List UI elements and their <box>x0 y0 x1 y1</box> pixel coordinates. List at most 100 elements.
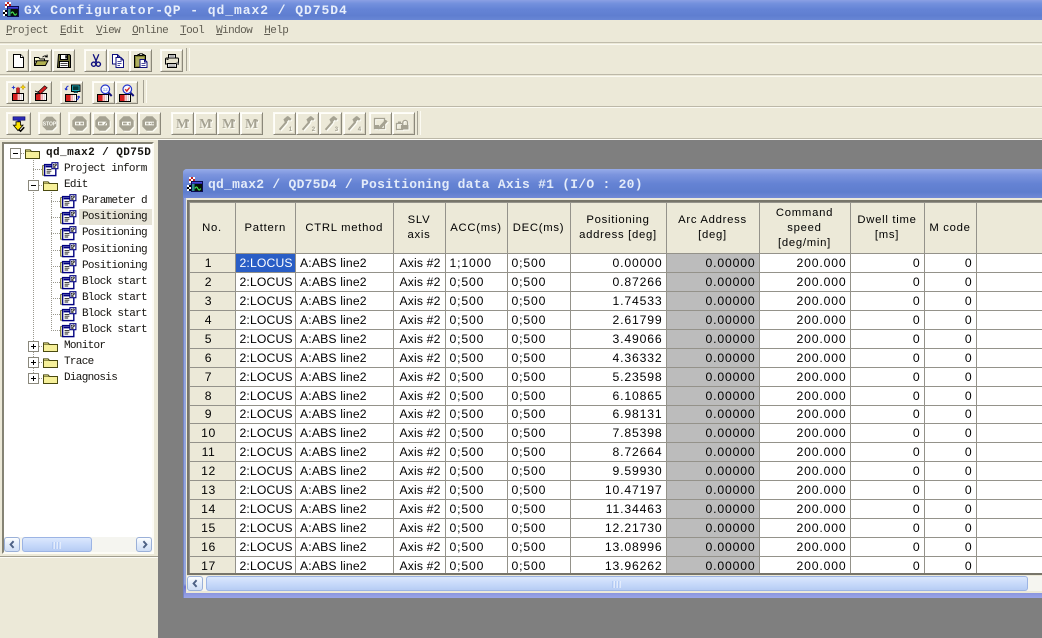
cell-r15-c1[interactable]: 2:LOCUS <box>235 519 296 538</box>
cell-r14-c4[interactable]: 0;500 <box>445 500 507 519</box>
cell-r1-c3[interactable]: Axis #2 <box>393 254 445 273</box>
cell-r17-c4[interactable]: 0;500 <box>445 557 507 576</box>
cell-r8-c5[interactable]: 0;500 <box>507 386 570 405</box>
cell-r6-c8[interactable]: 200.000 <box>759 348 850 367</box>
column-header-ctrl-method[interactable]: CTRL method <box>296 203 394 254</box>
cell-r3-c3[interactable]: Axis #2 <box>393 291 445 310</box>
cell-r13-c4[interactable]: 0;500 <box>445 481 507 500</box>
column-header-no[interactable]: No. <box>189 203 235 254</box>
paste-clipboard-button[interactable] <box>129 49 152 72</box>
cell-r10-c9[interactable]: 0 <box>850 424 924 443</box>
menu-window[interactable]: Window <box>216 25 252 37</box>
cell-r15-c6[interactable]: 12.21730 <box>570 519 666 538</box>
scroll-right-button[interactable] <box>136 537 152 552</box>
menu-help[interactable]: Help <box>264 25 288 37</box>
cell-r2-c7[interactable]: 0.00000 <box>666 272 759 291</box>
module-edit-button[interactable] <box>29 81 52 104</box>
cell-r15-c3[interactable]: Axis #2 <box>393 519 445 538</box>
cell-r10-c3[interactable]: Axis #2 <box>393 424 445 443</box>
cell-r12-c11[interactable] <box>976 462 1042 481</box>
tree-item-positioning-7[interactable]: Positioning <box>4 258 152 274</box>
cell-r14-c2[interactable]: A:ABS line2 <box>296 500 394 519</box>
cell-r11-c4[interactable]: 0;500 <box>445 443 507 462</box>
cell-r9-c2[interactable]: A:ABS line2 <box>296 405 394 424</box>
cell-r15-c10[interactable]: 0 <box>924 519 976 538</box>
cell-r13-c1[interactable]: 2:LOCUS <box>235 481 296 500</box>
cell-r11-c8[interactable]: 200.000 <box>759 443 850 462</box>
scroll-track[interactable] <box>92 537 136 552</box>
cell-r14-c9[interactable]: 0 <box>850 500 924 519</box>
cell-r15-c9[interactable]: 0 <box>850 519 924 538</box>
cell-r6-c7[interactable]: 0.00000 <box>666 348 759 367</box>
cell-r3-c2[interactable]: A:ABS line2 <box>296 291 394 310</box>
cell-r11-c5[interactable]: 0;500 <box>507 443 570 462</box>
cell-r15-c8[interactable]: 200.000 <box>759 519 850 538</box>
open-folder-button[interactable] <box>29 49 52 72</box>
cell-r10-c10[interactable]: 0 <box>924 424 976 443</box>
cell-r13-c10[interactable]: 0 <box>924 481 976 500</box>
write-to-module-button[interactable] <box>6 112 31 135</box>
cell-r14-c6[interactable]: 11.34463 <box>570 500 666 519</box>
cell-r9-c4[interactable]: 0;500 <box>445 405 507 424</box>
menu-tool[interactable]: Tool <box>180 25 204 37</box>
cell-r17-c11[interactable] <box>976 557 1042 576</box>
cell-r13-c6[interactable]: 10.47197 <box>570 481 666 500</box>
cell-r14-c3[interactable]: Axis #2 <box>393 500 445 519</box>
cell-r5-c4[interactable]: 0;500 <box>445 329 507 348</box>
cell-r7-c3[interactable]: Axis #2 <box>393 367 445 386</box>
tree-item-positioning-5[interactable]: Positioning <box>4 225 152 241</box>
column-header-positioning[interactable]: Positioning address [deg] <box>570 203 666 254</box>
print-printer-button[interactable] <box>160 49 183 72</box>
cell-r11-c0[interactable]: 11 <box>189 443 235 462</box>
cell-r5-c3[interactable]: Axis #2 <box>393 329 445 348</box>
cell-r9-c0[interactable]: 9 <box>189 405 235 424</box>
cell-r17-c1[interactable]: 2:LOCUS <box>235 557 296 576</box>
cell-r9-c8[interactable]: 200.000 <box>759 405 850 424</box>
scroll-thumb[interactable] <box>22 537 92 552</box>
cell-r16-c10[interactable]: 0 <box>924 538 976 557</box>
cell-r4-c7[interactable]: 0.00000 <box>666 310 759 329</box>
cell-r6-c6[interactable]: 4.36332 <box>570 348 666 367</box>
tree-item-positioning-4[interactable]: Positioning <box>4 209 152 225</box>
module-new-button[interactable] <box>6 81 29 104</box>
cell-r5-c0[interactable]: 5 <box>189 329 235 348</box>
axis-stop-4-button[interactable] <box>138 112 161 135</box>
tree-item-block-start-11[interactable]: Block start <box>4 322 152 338</box>
cell-r15-c0[interactable]: 15 <box>189 519 235 538</box>
cell-r11-c7[interactable]: 0.00000 <box>666 443 759 462</box>
cell-r13-c2[interactable]: A:ABS line2 <box>296 481 394 500</box>
dock-splitter[interactable] <box>0 556 158 558</box>
cell-r8-c9[interactable]: 0 <box>850 386 924 405</box>
cell-r2-c3[interactable]: Axis #2 <box>393 272 445 291</box>
expand-icon[interactable] <box>28 357 39 368</box>
grid-horizontal-scrollbar[interactable] <box>187 576 1042 591</box>
cell-r17-c7[interactable]: 0.00000 <box>666 557 759 576</box>
cell-r12-c9[interactable]: 0 <box>850 462 924 481</box>
cell-r12-c6[interactable]: 9.59930 <box>570 462 666 481</box>
cell-r9-c6[interactable]: 6.98131 <box>570 405 666 424</box>
cell-r12-c5[interactable]: 0;500 <box>507 462 570 481</box>
cell-r12-c4[interactable]: 0;500 <box>445 462 507 481</box>
save-floppy-button[interactable] <box>52 49 75 72</box>
tree-item-block-start-8[interactable]: Block start <box>4 274 152 290</box>
cell-r16-c8[interactable]: 200.000 <box>759 538 850 557</box>
cell-r3-c0[interactable]: 3 <box>189 291 235 310</box>
cell-r10-c4[interactable]: 0;500 <box>445 424 507 443</box>
cell-r11-c11[interactable] <box>976 443 1042 462</box>
tree-item-monitor-12[interactable]: Monitor <box>4 338 152 354</box>
cell-r14-c8[interactable]: 200.000 <box>759 500 850 519</box>
column-header-pattern[interactable]: Pattern <box>235 203 296 254</box>
test-tool-2-button[interactable]: 22 <box>296 112 319 135</box>
cell-r7-c2[interactable]: A:ABS line2 <box>296 367 394 386</box>
cell-r12-c7[interactable]: 0.00000 <box>666 462 759 481</box>
tree-item-diagnosis-14[interactable]: Diagnosis <box>4 370 152 386</box>
cell-r6-c11[interactable] <box>976 348 1042 367</box>
m-code-off-2-button[interactable]: MM <box>194 112 217 135</box>
test-tool-3-button[interactable]: 33 <box>319 112 342 135</box>
stop-sign-button[interactable]: STOPSTOP <box>38 112 61 135</box>
collapse-icon[interactable] <box>10 148 21 159</box>
column-header-slv[interactable]: SLV axis <box>393 203 445 254</box>
cell-r14-c0[interactable]: 14 <box>189 500 235 519</box>
cell-r17-c5[interactable]: 0;500 <box>507 557 570 576</box>
cell-r5-c8[interactable]: 200.000 <box>759 329 850 348</box>
